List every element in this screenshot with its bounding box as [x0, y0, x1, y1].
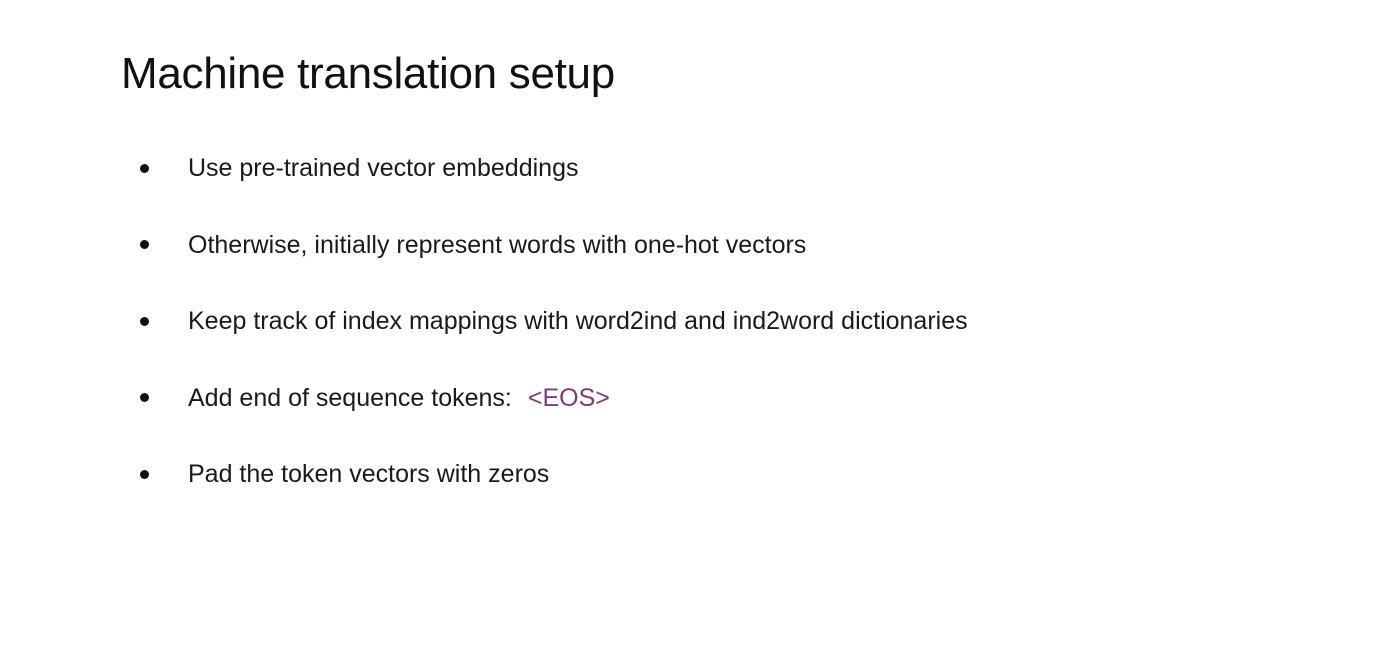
- bullet-list: Use pre-trained vector embeddings Otherw…: [140, 148, 968, 531]
- slide: Machine translation setup Use pre-traine…: [0, 0, 1378, 662]
- bullet-item-pretrained-embeddings: Use pre-trained vector embeddings: [140, 148, 968, 188]
- bullet-text: Keep track of index mappings with word2i…: [188, 307, 968, 335]
- bullet-text: Add end of sequence tokens:: [188, 383, 512, 412]
- bullet-item-index-mappings: Keep track of index mappings with word2i…: [140, 301, 968, 341]
- bullet-dot-icon: [140, 240, 149, 249]
- bullet-text: Pad the token vectors with zeros: [188, 460, 550, 488]
- bullet-item-pad-zeros: Pad the token vectors with zeros: [140, 454, 968, 494]
- eos-token-label: <EOS>: [527, 383, 610, 412]
- bullet-dot-icon: [140, 316, 149, 326]
- bullet-item-one-hot-vectors: Otherwise, initially represent words wit…: [140, 225, 968, 265]
- bullet-dot-icon: [140, 163, 149, 173]
- bullet-dot-icon: [140, 393, 149, 402]
- bullet-item-eos-tokens: Add end of sequence tokens: <EOS>: [140, 378, 968, 418]
- bullet-text: Otherwise, initially represent words wit…: [188, 230, 807, 259]
- bullet-dot-icon: [140, 469, 149, 479]
- bullet-text: Use pre-trained vector embeddings: [188, 154, 579, 182]
- slide-title: Machine translation setup: [121, 49, 615, 98]
